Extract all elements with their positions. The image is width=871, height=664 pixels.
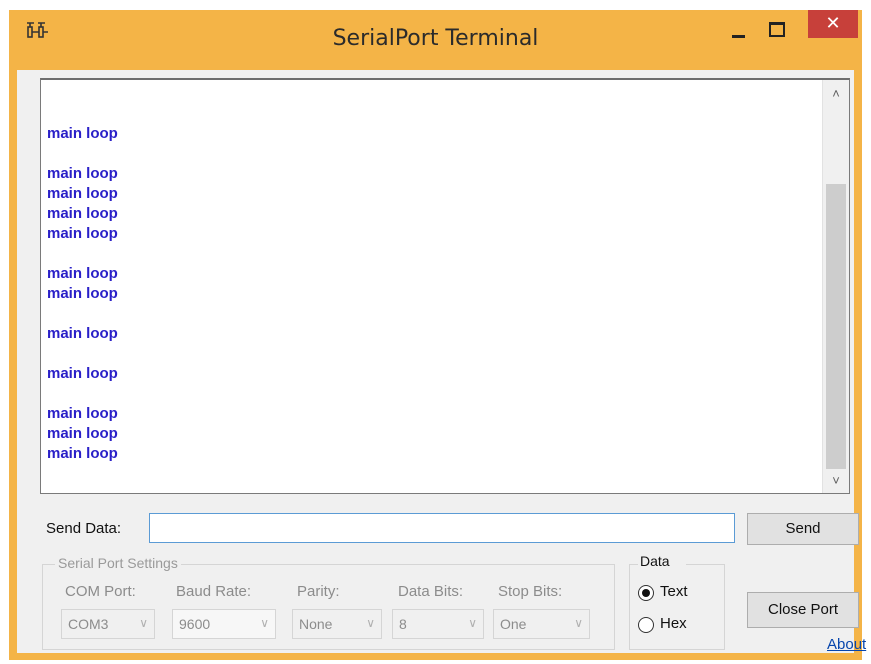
title-bar[interactable]: SerialPort Terminal ✕ <box>9 10 862 70</box>
terminal-line: main loop <box>47 125 118 142</box>
radio-text-label: Text <box>660 583 688 600</box>
data-mode-group: Data Mode Text Hex <box>629 553 725 650</box>
stop-bits-value: One <box>500 616 527 632</box>
minimize-icon[interactable] <box>723 20 753 44</box>
baud-rate-value: 9600 <box>179 616 211 632</box>
com-port-value: COM3 <box>68 616 109 632</box>
chevron-down-icon: ∨ <box>366 616 375 630</box>
send-button[interactable]: Send <box>747 513 859 545</box>
terminal-line: main loop <box>47 225 118 242</box>
terminal-line: main loop <box>47 185 118 202</box>
send-data-input[interactable] <box>149 513 735 543</box>
baud-rate-select[interactable]: 9600 ∨ <box>172 609 276 639</box>
radio-icon[interactable] <box>638 585 654 601</box>
terminal-line: main loop <box>47 165 118 182</box>
about-link[interactable]: About <box>827 636 866 653</box>
radio-hex-label: Hex <box>660 615 687 632</box>
radio-selected-dot <box>642 589 650 597</box>
baud-rate-label: Baud Rate: <box>176 583 252 600</box>
parity-label: Parity: <box>297 583 340 600</box>
app-window: SerialPort Terminal ✕ main loop main loo… <box>9 10 866 660</box>
terminal-line: main loop <box>47 365 118 382</box>
chevron-down-icon: ∨ <box>574 616 583 630</box>
maximize-icon[interactable] <box>761 18 791 42</box>
scroll-down-arrow-icon[interactable]: ˅ <box>823 469 849 493</box>
scroll-up-arrow-icon[interactable]: ˄ <box>823 82 849 106</box>
terminal-line: main loop <box>47 405 118 422</box>
stop-bits-select[interactable]: One ∨ <box>493 609 590 639</box>
terminal-line: main loop <box>47 425 118 442</box>
parity-value: None <box>299 616 333 632</box>
data-mode-legend: Data Mode <box>638 553 686 571</box>
com-port-select[interactable]: COM3 ∨ <box>61 609 155 639</box>
chevron-down-icon: ∨ <box>139 616 148 630</box>
settings-group-legend: Serial Port Settings <box>55 555 181 571</box>
data-bits-label: Data Bits: <box>398 583 464 600</box>
chevron-down-icon: ∨ <box>468 616 477 630</box>
terminal-line: main loop <box>47 285 118 302</box>
scroll-thumb[interactable] <box>826 184 846 469</box>
terminal-lines: main loop main loop main loop main loop … <box>47 104 819 464</box>
close-port-button[interactable]: Close Port <box>747 592 859 628</box>
terminal-line: main loop <box>47 445 118 462</box>
send-data-label: Send Data: <box>46 520 122 537</box>
serial-port-settings-group: Serial Port Settings COM Port: COM3 ∨ Ba… <box>42 555 615 650</box>
terminal-line: main loop <box>47 205 118 222</box>
radio-icon[interactable] <box>638 617 654 633</box>
chevron-down-icon: ∨ <box>260 616 269 630</box>
terminal-output[interactable]: main loop main loop main loop main loop … <box>40 78 850 494</box>
stop-bits-label: Stop Bits: <box>498 583 563 600</box>
close-icon[interactable]: ✕ <box>808 10 858 38</box>
client-area: main loop main loop main loop main loop … <box>17 70 866 653</box>
parity-select[interactable]: None ∨ <box>292 609 382 639</box>
data-bits-select[interactable]: 8 ∨ <box>392 609 484 639</box>
com-port-label: COM Port: <box>65 583 136 600</box>
vertical-scrollbar[interactable]: ˄ ˅ <box>822 80 849 493</box>
data-bits-value: 8 <box>399 616 407 632</box>
terminal-line: main loop <box>47 265 118 282</box>
terminal-line: main loop <box>47 325 118 342</box>
